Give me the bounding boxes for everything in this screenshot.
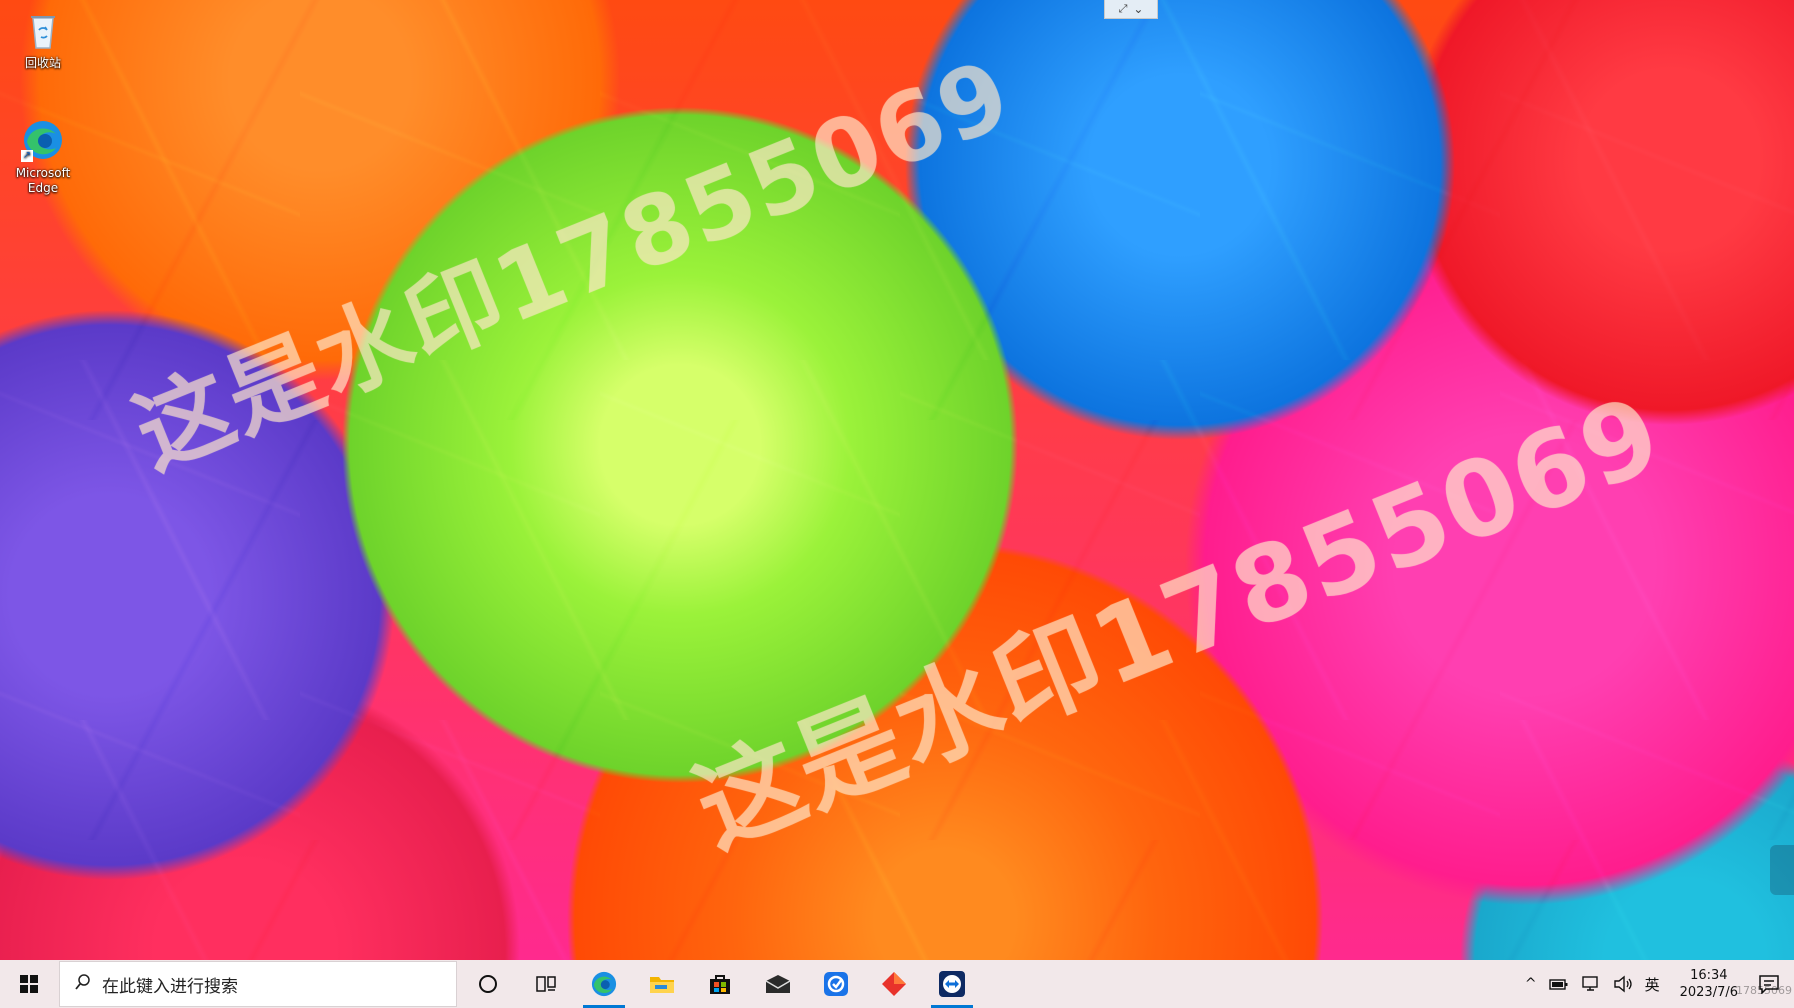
clock-date: 2023/7/6: [1679, 985, 1738, 1000]
taskbar-file-explorer[interactable]: [633, 960, 691, 1008]
taskbar: 在此键入进行搜索 ^ 英 16:34 2023/7/6 17855069: [0, 960, 1794, 1008]
task-view-button[interactable]: [517, 960, 575, 1008]
watermark-text: 这是水印17855069: [678, 371, 1679, 871]
watermark-text: 这是水印17855069: [120, 38, 1027, 491]
remote-session-toolbar[interactable]: ⤢ ⌄: [1104, 0, 1158, 19]
ime-indicator[interactable]: 英: [1645, 974, 1660, 995]
taskbar-edge[interactable]: [575, 960, 633, 1008]
start-button[interactable]: [0, 960, 58, 1008]
search-placeholder: 在此键入进行搜索: [102, 976, 238, 997]
clock-time: 16:34: [1690, 968, 1728, 983]
taskbar-mail[interactable]: [749, 960, 807, 1008]
taskbar-red-app[interactable]: [865, 960, 923, 1008]
chevron-down-icon[interactable]: ⌄: [1133, 2, 1143, 16]
battery-icon[interactable]: [1548, 977, 1569, 991]
desktop-icon-recycle-bin[interactable]: 回收站: [8, 8, 78, 71]
taskbar-blue-app[interactable]: [807, 960, 865, 1008]
windows-logo-icon: [20, 975, 38, 993]
desktop: 回收站 ↗ Microsoft Edge 这是水印17855069 这是水印17…: [0, 0, 1794, 960]
task-view-icon: [536, 976, 556, 992]
shortcut-arrow-icon: ↗: [21, 150, 33, 162]
file-explorer-icon: [650, 977, 674, 993]
clock[interactable]: 16:34 2023/7/6: [1680, 967, 1738, 1001]
recycle-bin-label: 回收站: [24, 56, 61, 70]
search-box[interactable]: 在此键入进行搜索: [59, 961, 457, 1007]
edge-icon: [591, 971, 617, 997]
teamviewer-icon: [939, 971, 965, 997]
app-red-icon: [882, 972, 906, 996]
store-icon: [710, 975, 730, 994]
recycle-bin-icon: [21, 8, 65, 52]
chevron-up-icon[interactable]: ^: [1525, 976, 1537, 992]
cortana-button[interactable]: [459, 960, 517, 1008]
notification-center-icon[interactable]: 17855069: [1736, 974, 1792, 997]
expand-icon[interactable]: ⤢: [1119, 2, 1128, 16]
tray-watermark-overlay: 17855069: [1736, 984, 1792, 997]
mail-icon: [765, 975, 791, 993]
search-icon: [74, 973, 92, 996]
edge-icon: ↗: [21, 118, 65, 162]
system-tray: ^ 英 16:34 2023/7/6 17855069: [1519, 960, 1794, 1008]
volume-icon[interactable]: [1613, 975, 1633, 993]
remote-side-tab[interactable]: [1770, 845, 1794, 895]
app-blue-icon: [824, 972, 848, 996]
desktop-icon-edge[interactable]: ↗ Microsoft Edge: [8, 118, 78, 196]
network-icon[interactable]: [1581, 975, 1601, 993]
cortana-icon: [479, 975, 497, 993]
taskbar-teamviewer[interactable]: [923, 960, 981, 1008]
edge-label: Microsoft Edge: [15, 166, 71, 195]
taskbar-store[interactable]: [691, 960, 749, 1008]
